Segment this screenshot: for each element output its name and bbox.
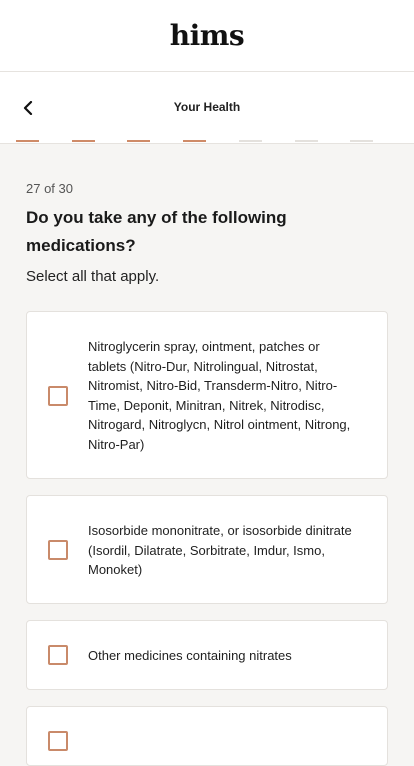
progress-bar <box>16 140 406 143</box>
progress-segment <box>183 140 207 142</box>
option-checkbox[interactable] <box>48 386 68 406</box>
hims-logo[interactable]: hims <box>170 19 245 52</box>
question-counter: 27 of 30 <box>26 181 73 196</box>
progress-segment <box>16 140 39 142</box>
question-title: Do you take any of the following medicat… <box>26 208 287 255</box>
option-card-partial[interactable] <box>26 706 388 766</box>
option-card-isosorbide[interactable]: Isosorbide mononitrate, or isosorbide di… <box>26 495 388 604</box>
progress-segment <box>350 140 374 142</box>
progress-segment <box>71 140 95 142</box>
progress-segment <box>238 140 262 142</box>
section-title: Your Health <box>173 100 241 114</box>
option-label: Nitroglycerin spray, ointment, patches o… <box>88 339 351 452</box>
option-checkbox[interactable] <box>48 540 68 560</box>
option-card-other-nitrates[interactable]: Other medicines containing nitrates <box>26 620 388 690</box>
option-label: Isosorbide mononitrate, or isosorbide di… <box>88 523 352 577</box>
step-header: Your Health <box>0 72 414 144</box>
option-label: Other medicines containing nitrates <box>88 648 292 663</box>
app-header: hims <box>0 0 414 72</box>
question-content: 27 of 30 Do you take any of the followin… <box>0 144 414 285</box>
progress-segment <box>127 140 151 142</box>
option-card-nitroglycerin[interactable]: Nitroglycerin spray, ointment, patches o… <box>26 311 388 479</box>
option-checkbox[interactable] <box>48 731 68 751</box>
progress-segment <box>294 140 318 142</box>
option-checkbox[interactable] <box>48 645 68 665</box>
question-instruction: Select all that apply. <box>26 268 160 285</box>
